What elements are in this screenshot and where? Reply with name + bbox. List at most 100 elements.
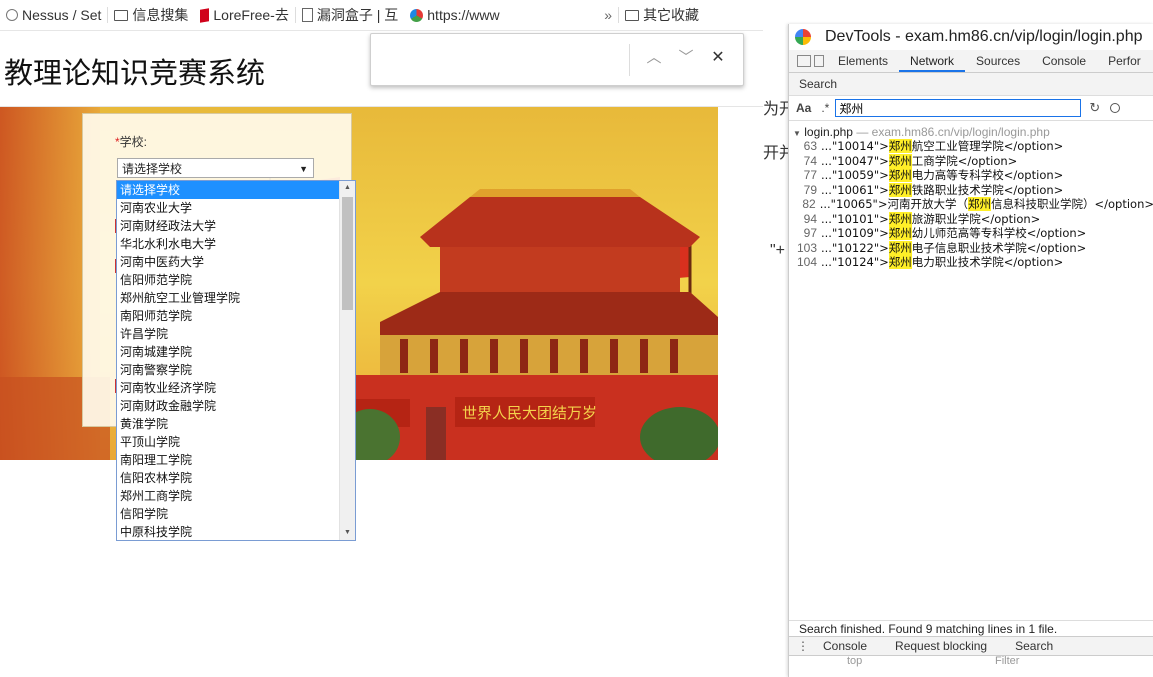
- result-code: ..."10101">郑州旅游职业学院</option>: [821, 211, 1040, 227]
- page-fragment: "+: [770, 242, 786, 259]
- school-option[interactable]: 平顶山学院: [117, 433, 340, 451]
- school-option[interactable]: 河南警察学院: [117, 361, 340, 379]
- tab-elements[interactable]: Elements: [827, 54, 899, 72]
- school-option[interactable]: 信阳学院: [117, 505, 340, 523]
- search-result-row[interactable]: 104 ..."10124">郑州电力职业技术学院</option>: [789, 255, 1153, 270]
- search-result-row[interactable]: 77 ..."10059">郑州电力高等专科学校</option>: [789, 168, 1153, 183]
- find-separator: [629, 44, 630, 76]
- search-result-row[interactable]: 63 ..."10014">郑州航空工业管理学院</option>: [789, 139, 1153, 154]
- school-option[interactable]: 信阳农林学院: [117, 469, 340, 487]
- result-match-highlight: 郑州: [888, 211, 912, 226]
- school-option[interactable]: 华北水利水电大学: [117, 235, 340, 253]
- result-prefix: ..."10059">: [821, 168, 889, 182]
- clear-icon[interactable]: [1110, 103, 1121, 113]
- drawer-tab-request-blocking[interactable]: Request blocking: [881, 639, 1001, 653]
- result-prefix: ..."10014">: [821, 139, 889, 153]
- tab-network[interactable]: Network: [899, 54, 966, 72]
- dropdown-scrollbar[interactable]: ▲ ▼: [339, 181, 355, 540]
- scroll-up-icon[interactable]: ▲: [340, 181, 355, 195]
- school-option[interactable]: 河南财政金融学院: [117, 397, 340, 415]
- search-result-row[interactable]: 82 ..."10065">河南开放大学（郑州信息科技职业学院）</option>: [789, 197, 1153, 212]
- search-toolbar: Aa .* ↻: [789, 96, 1153, 121]
- school-option[interactable]: 郑州航空工业管理学院: [117, 289, 340, 307]
- result-file[interactable]: ▼ login.php — exam.hm86.cn/vip/login/log…: [789, 125, 1153, 139]
- tab-console[interactable]: Console: [1031, 54, 1097, 72]
- search-result-row[interactable]: 74 ..."10047">郑州工商学院</option>: [789, 153, 1153, 169]
- result-line-number: 94: [803, 211, 817, 226]
- school-option[interactable]: 请选择学校: [117, 181, 340, 199]
- page-title: 教理论知识竞赛系统: [4, 56, 266, 90]
- bookmark-loudong[interactable]: 漏洞盒子 | 互: [296, 0, 404, 30]
- context-select[interactable]: top: [847, 655, 862, 667]
- bookmark-label: Nessus / Set: [22, 7, 102, 23]
- result-suffix: 幼儿师范高等专科学校</option>: [911, 226, 1087, 240]
- result-line-number: 103: [796, 240, 817, 255]
- bookmark-other[interactable]: 其它收藏: [619, 0, 705, 30]
- dropdown-arrow-icon: ▼: [299, 164, 308, 174]
- scroll-down-icon[interactable]: ▼: [340, 526, 355, 540]
- bookmark-nessus[interactable]: Nessus / Set: [0, 0, 107, 30]
- find-close-button[interactable]: ✕: [708, 48, 728, 68]
- result-prefix: ..."10101">: [821, 211, 889, 226]
- school-option[interactable]: 黄淮学院: [117, 415, 340, 433]
- devtools-window: DevTools - exam.hm86.cn/vip/login/login.…: [788, 24, 1153, 677]
- result-match-highlight: 郑州: [888, 168, 912, 182]
- school-dropdown-list[interactable]: 请选择学校 河南农业大学 河南财经政法大学 华北水利水电大学 河南中医药大学 信阳师范学院…: [116, 180, 356, 541]
- inspect-element-icon[interactable]: [797, 55, 811, 67]
- school-option[interactable]: 河南中医药大学: [117, 253, 340, 271]
- school-option[interactable]: 河南牧业经济学院: [117, 379, 340, 397]
- school-select[interactable]: 请选择学校 ▼: [117, 158, 314, 178]
- bookmark-lorefree[interactable]: LoreFree-去: [194, 0, 294, 30]
- school-option[interactable]: 许昌学院: [117, 325, 340, 343]
- drawer-tab-console[interactable]: Console: [809, 639, 881, 653]
- bookmarks-overflow-button[interactable]: »: [598, 0, 618, 30]
- filter-input[interactable]: Filter: [995, 655, 1019, 667]
- result-match-highlight: 郑州: [888, 240, 912, 255]
- school-option[interactable]: 河南财经政法大学: [117, 217, 340, 235]
- school-option[interactable]: 南阳师范学院: [117, 307, 340, 325]
- search-panel-header: Search: [789, 73, 1153, 96]
- banner-slogan: 世界人民大团结万岁: [462, 404, 597, 422]
- school-label-text: 学校:: [119, 135, 148, 149]
- search-result-row[interactable]: 79 ..."10061">郑州铁路职业技术学院</option>: [789, 182, 1153, 198]
- school-option[interactable]: 河南城建学院: [117, 343, 340, 361]
- device-toolbar-icon[interactable]: [814, 55, 824, 67]
- bookmark-https[interactable]: https://www: [404, 0, 524, 30]
- drawer-tab-search[interactable]: Search: [1001, 639, 1067, 653]
- school-option[interactable]: 信阳师范学院: [117, 271, 340, 289]
- result-line-number: 77: [803, 168, 817, 182]
- chrome-logo-icon: [795, 29, 811, 45]
- school-option[interactable]: 南阳理工学院: [117, 451, 340, 469]
- find-bar: ︿ ﹀ ✕: [370, 33, 744, 86]
- school-option[interactable]: 河南农业大学: [117, 199, 340, 217]
- drawer-toolbar: top Filter: [789, 655, 1153, 677]
- drawer-menu-icon[interactable]: ⋮: [789, 639, 809, 653]
- find-next-button[interactable]: ﹀: [676, 48, 696, 68]
- bookmark-folder-info[interactable]: 信息搜集: [108, 0, 194, 30]
- drawer-tabbar: ⋮ Console Request blocking Search: [789, 636, 1153, 656]
- tab-sources[interactable]: Sources: [965, 54, 1031, 72]
- school-option[interactable]: 郑州工商学院: [117, 487, 340, 505]
- result-line-number: 82: [802, 197, 816, 211]
- search-result-row[interactable]: 94 ..."10101">郑州旅游职业学院</option>: [789, 211, 1153, 227]
- result-match-highlight: 郑州: [888, 153, 912, 168]
- tab-performance[interactable]: Perfor: [1097, 54, 1152, 72]
- search-input[interactable]: [835, 99, 1082, 117]
- search-result-row[interactable]: 97 ..."10109">郑州幼儿师范高等专科学校</option>: [789, 226, 1153, 241]
- lorefree-icon: [200, 7, 210, 23]
- match-case-button[interactable]: Aa: [796, 101, 811, 115]
- result-prefix: ..."10109">: [821, 226, 889, 240]
- result-suffix: 电力高等专科学校</option>: [911, 168, 1064, 182]
- school-label: *学校:: [115, 133, 147, 150]
- bookmarks-bar: Nessus / Set 信息搜集 LoreFree-去 漏洞盒子 | 互 ht…: [0, 0, 763, 31]
- bookmark-label: LoreFree-去: [213, 7, 289, 23]
- scrollbar-thumb[interactable]: [342, 197, 353, 310]
- search-result-row[interactable]: 103 ..."10122">郑州电子信息职业技术学院</option>: [789, 240, 1153, 256]
- refresh-icon[interactable]: ↻: [1089, 100, 1100, 116]
- result-code: ..."10124">郑州电力职业技术学院</option>: [821, 255, 1063, 270]
- result-code: ..."10047">郑州工商学院</option>: [821, 153, 1017, 169]
- school-option[interactable]: 中原科技学院: [117, 523, 340, 541]
- find-previous-button[interactable]: ︿: [644, 48, 664, 68]
- find-input[interactable]: [379, 46, 628, 74]
- regex-button[interactable]: .*: [821, 101, 829, 115]
